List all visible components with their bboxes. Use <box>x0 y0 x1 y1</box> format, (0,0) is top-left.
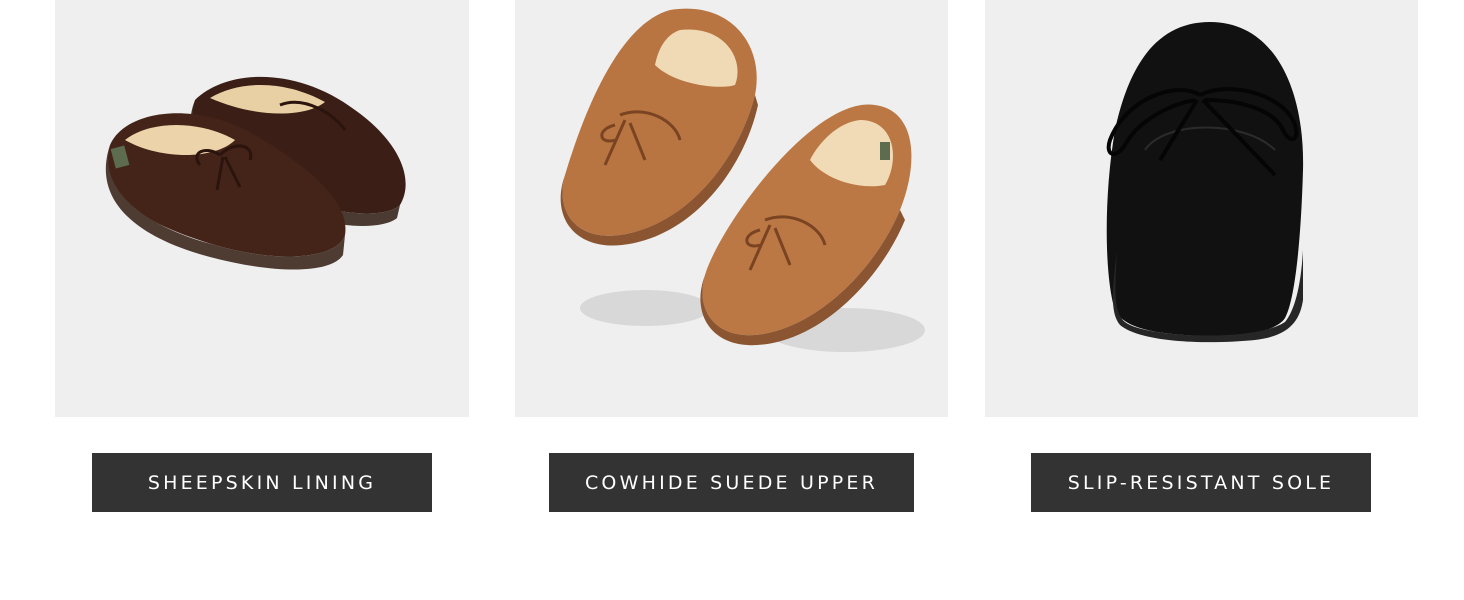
black-moccasin <box>1106 22 1304 343</box>
brown-moccasin-illustration <box>105 76 406 270</box>
feature-label-cowhide-suede-upper: COWHIDE SUEDE UPPER <box>549 453 914 512</box>
left-tan-moccasin <box>560 8 758 246</box>
product-image-black-moccasin <box>985 0 1418 417</box>
product-image-tan-moccasins <box>515 0 948 417</box>
shadow-left <box>580 290 710 326</box>
tan-moccasin-illustration <box>560 8 925 352</box>
feature-label-slip-resistant-sole: SLIP-RESISTANT SOLE <box>1031 453 1371 512</box>
product-image-brown-moccasins <box>55 0 469 417</box>
feature-label-sheepskin-lining: SHEEPSKIN LINING <box>92 453 432 512</box>
black-moccasin-illustration <box>1106 22 1304 343</box>
